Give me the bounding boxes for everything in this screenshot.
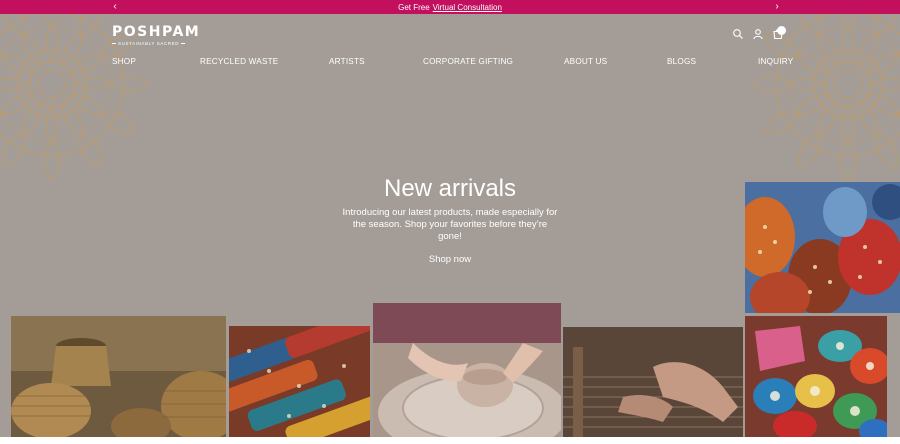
tagline-text: SUSTAINABLY SACRED	[118, 41, 180, 46]
painted-bowls-image	[745, 316, 887, 438]
hero-section: POSHPAM SUSTAINABLY SACRED SHOP RECYCLED…	[0, 14, 900, 438]
painted-ornaments-image	[745, 182, 900, 313]
page-bottom-strip	[0, 437, 900, 444]
pottery-wheel-image	[373, 303, 561, 438]
mandala-decoration-right	[751, 14, 900, 181]
hero-title: New arrivals	[383, 175, 517, 202]
nav-item-corporate-gifting[interactable]: CORPORATE GIFTING	[423, 56, 513, 68]
chevron-right-icon[interactable]: ›	[770, 0, 784, 14]
brand-wordmark: POSHPAM	[112, 24, 201, 40]
virtual-consultation-link[interactable]: Virtual Consultation	[433, 3, 502, 12]
main-nav: SHOP RECYCLED WASTE ARTISTS CORPORATE GI…	[0, 56, 900, 68]
cart-count-badge	[777, 26, 786, 35]
shop-now-button[interactable]: Shop now	[415, 254, 485, 266]
nav-item-artists[interactable]: ARTISTS	[329, 56, 365, 68]
hero-description: Introducing our latest products, made es…	[342, 207, 558, 242]
nav-item-recycled-waste[interactable]: RECYCLED WASTE	[200, 56, 278, 68]
painted-mosaic-trays-image	[229, 326, 370, 438]
search-icon[interactable]	[732, 28, 744, 40]
weaving-loom-image	[563, 327, 743, 438]
chevron-left-icon[interactable]: ‹	[108, 0, 122, 14]
brand-logo[interactable]: POSHPAM SUSTAINABLY SACRED	[112, 24, 200, 46]
account-icon[interactable]	[752, 28, 764, 40]
nav-item-inquiry[interactable]: INQUIRY	[758, 56, 793, 68]
wicker-baskets-image	[11, 316, 226, 438]
announcement-text: Get Free	[398, 2, 430, 12]
nav-item-about-us[interactable]: ABOUT US	[564, 56, 607, 68]
nav-item-shop[interactable]: SHOP	[112, 56, 136, 68]
announcement-bar: ‹ Get Free Virtual Consultation ›	[0, 0, 900, 14]
nav-item-blogs[interactable]: BLOGS	[667, 56, 696, 68]
brand-tagline: SUSTAINABLY SACRED	[112, 41, 200, 46]
